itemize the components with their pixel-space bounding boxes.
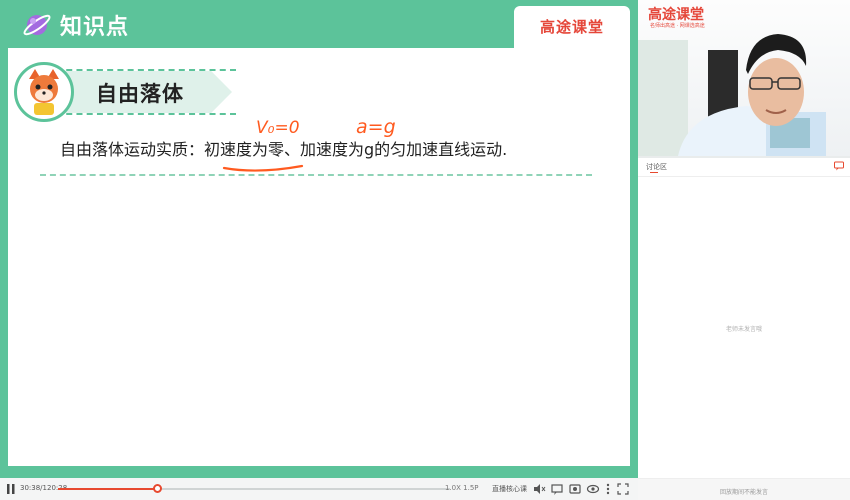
brand-logo: 高途课堂 bbox=[539, 18, 604, 36]
speed-control[interactable]: 1.0X 1.5P bbox=[445, 484, 479, 492]
speed-value: 1.5P bbox=[463, 484, 479, 492]
progress-handle[interactable] bbox=[153, 484, 163, 493]
more-icon[interactable] bbox=[601, 482, 615, 496]
slide-frame: 知识点 高途课堂 自由落体 自由落体运动实质：初速度为零、加速度为g的匀加速直线… bbox=[0, 0, 638, 478]
annotation-ag: a=g bbox=[356, 116, 396, 138]
chat-input-placeholder: 回放期间不能发言 bbox=[719, 489, 768, 496]
comment-icon[interactable] bbox=[550, 482, 564, 496]
lesson-player-window: 知识点 高途课堂 自由落体 自由落体运动实质：初速度为零、加速度为g的匀加速直线… bbox=[0, 0, 850, 500]
chat-empty-state: 老师未发言哦 bbox=[725, 326, 762, 333]
section-badge: 自由落体 bbox=[12, 62, 242, 124]
brand-tab: 高途课堂 bbox=[514, 6, 630, 50]
pause-icon[interactable] bbox=[6, 483, 16, 495]
discussion-tab[interactable]: 讨论区 bbox=[646, 162, 667, 172]
tab-indicator bbox=[650, 172, 658, 173]
discussion-panel: 讨论区 老师未发言哦 回放期间不能发言 bbox=[638, 158, 850, 500]
annotation-v0: V₀=0 bbox=[256, 118, 300, 138]
mascot-avatar bbox=[14, 62, 74, 122]
planet-icon bbox=[23, 14, 51, 36]
progress-track[interactable] bbox=[58, 484, 450, 493]
dashed-divider bbox=[40, 174, 592, 176]
definition-text: 自由落体运动实质：初速度为零、加速度为g的匀加速直线运动. bbox=[60, 140, 508, 159]
chat-input-bar[interactable]: 回放期间不能发言 bbox=[638, 478, 850, 500]
player-control-bar: 30:38/120:28 1.0X 1.5P 直播核心课 bbox=[0, 478, 638, 500]
fox-mascot-icon bbox=[29, 69, 59, 115]
section-badge-label: 自由落体 bbox=[96, 82, 184, 106]
slide: 知识点 高途课堂 自由落体 自由落体运动实质：初速度为零、加速度为g的匀加速直线… bbox=[8, 0, 630, 466]
chat-bubble-icon[interactable] bbox=[834, 161, 844, 171]
underline-stroke bbox=[222, 164, 304, 172]
teacher-video: 高途课堂 名师出高途 · 网课选高途 bbox=[638, 0, 850, 156]
screenshot-icon[interactable] bbox=[568, 482, 582, 496]
teacher-figure bbox=[638, 34, 826, 156]
slide-title: 知识点 bbox=[60, 15, 130, 40]
fullscreen-icon[interactable] bbox=[616, 482, 630, 496]
key-clip-button[interactable]: 直播核心课 bbox=[492, 484, 527, 494]
eye-icon[interactable] bbox=[586, 482, 600, 496]
speed-label: 1.0X bbox=[445, 484, 461, 492]
progress-fill bbox=[58, 488, 159, 490]
chat-divider bbox=[638, 176, 850, 177]
volume-icon[interactable] bbox=[532, 482, 546, 496]
